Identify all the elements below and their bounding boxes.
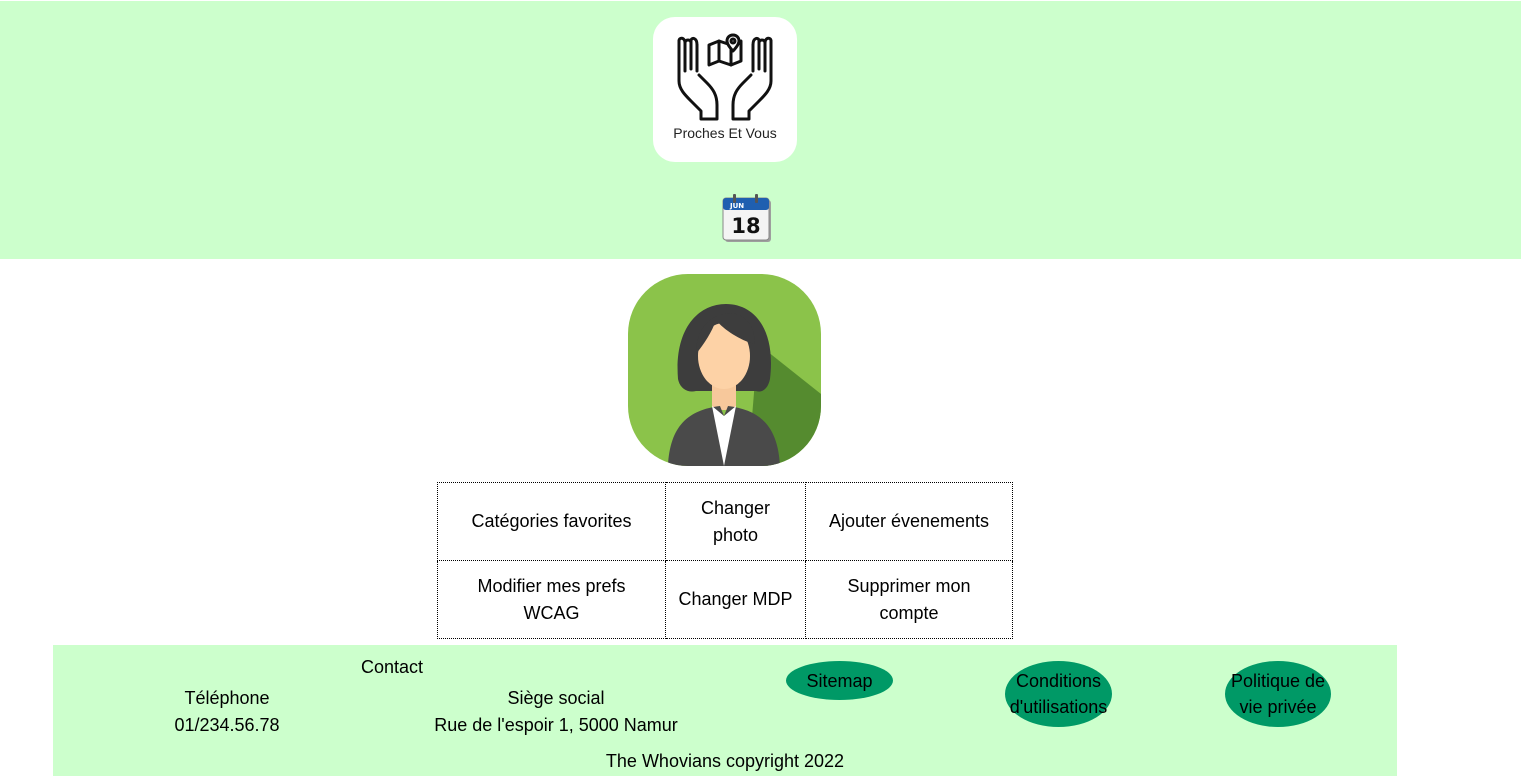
logo[interactable]: Proches Et Vous — [653, 17, 797, 162]
account-menu: Catégories favorites Changer photo Ajout… — [437, 482, 1013, 639]
phone-label: Téléphone — [184, 688, 270, 708]
hands-map-pin-logo-icon — [677, 33, 773, 121]
copyright: The Whovians copyright 2022 — [605, 751, 845, 771]
woman-avatar-icon — [628, 274, 821, 466]
avatar[interactable] — [628, 274, 821, 466]
delete-account-button[interactable]: Supprimer mon compte — [805, 560, 1013, 639]
header: Proches Et Vous JUN 18 — [0, 1, 1521, 259]
calendar-icon[interactable]: JUN 18 — [721, 193, 775, 245]
office-value: Rue de l'espoir 1, 5000 Namur — [434, 715, 678, 735]
calendar-month: JUN — [729, 202, 744, 210]
wcag-prefs-button[interactable]: Modifier mes prefs WCAG — [437, 560, 666, 639]
office-label: Siège social — [507, 688, 605, 708]
terms-link[interactable]: Conditions d'utilisations — [1005, 661, 1112, 727]
sitemap-link[interactable]: Sitemap — [786, 661, 893, 700]
add-events-button[interactable]: Ajouter évenements — [805, 482, 1013, 561]
phone-value: 01/234.56.78 — [174, 715, 280, 735]
favorite-categories-button[interactable]: Catégories favorites — [437, 482, 666, 561]
change-password-button[interactable]: Changer MDP — [665, 560, 806, 639]
privacy-policy-link[interactable]: Politique de vie privée — [1225, 661, 1331, 727]
logo-text: Proches Et Vous — [673, 125, 777, 141]
contact-title: Contact — [361, 657, 424, 677]
menu-row: Modifier mes prefs WCAG Changer MDP Supp… — [437, 560, 1013, 639]
footer: Contact Téléphone 01/234.56.78 Siège soc… — [53, 645, 1397, 776]
change-photo-button[interactable]: Changer photo — [665, 482, 806, 561]
menu-row: Catégories favorites Changer photo Ajout… — [437, 482, 1013, 561]
calendar-day: 18 — [731, 214, 760, 238]
